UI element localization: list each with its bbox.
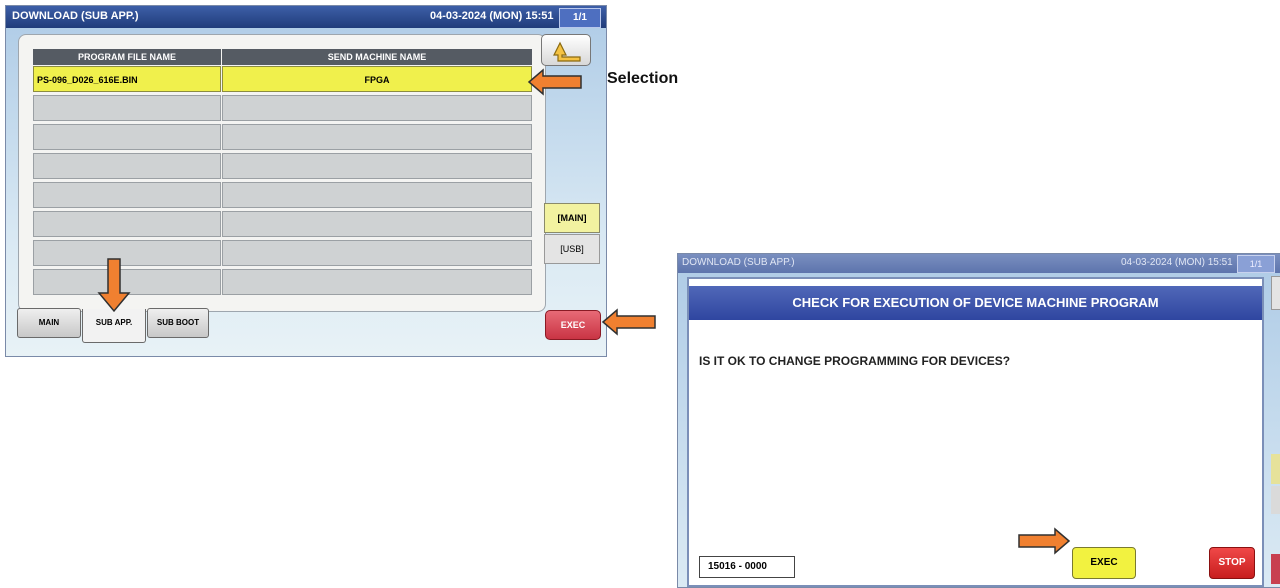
orange-arrow-icon bbox=[97, 258, 131, 313]
usb-source-button[interactable]: [USB] bbox=[544, 234, 600, 264]
tab-main[interactable]: MAIN bbox=[17, 308, 81, 338]
hidden-usb-button bbox=[1271, 486, 1280, 514]
table-cell-program-file[interactable] bbox=[33, 124, 221, 150]
selection-caption: Selection bbox=[607, 70, 679, 87]
table-cell-program-file[interactable] bbox=[33, 182, 221, 208]
title-bar: DOWNLOAD (SUB APP.) 04-03-2024 (MON) 15:… bbox=[6, 6, 606, 28]
table-cell-machine-name[interactable] bbox=[222, 153, 532, 179]
table-cell-machine-name[interactable] bbox=[222, 95, 532, 121]
table-cell-machine-name[interactable] bbox=[222, 211, 532, 237]
hidden-return-button bbox=[1271, 276, 1280, 310]
confirm-dialog: CHECK FOR EXECUTION OF DEVICE MACHINE PR… bbox=[687, 277, 1264, 587]
tab-sub-app[interactable]: SUB APP. bbox=[82, 309, 146, 343]
table-cell-program-file[interactable]: PS-096_D026_616E.BIN bbox=[33, 66, 221, 92]
column-header-program-file: PROGRAM FILE NAME bbox=[33, 49, 221, 65]
orange-arrow-icon bbox=[601, 308, 656, 336]
date-time: 04-03-2024 (MON) 15:51 bbox=[430, 10, 554, 22]
exec-button[interactable]: EXEC bbox=[545, 310, 601, 340]
dialog-title: CHECK FOR EXECUTION OF DEVICE MACHINE PR… bbox=[689, 286, 1262, 320]
stop-button[interactable]: STOP bbox=[1209, 547, 1255, 579]
page-indicator: 1/1 bbox=[559, 8, 601, 28]
column-header-send-machine: SEND MACHINE NAME bbox=[222, 49, 532, 65]
dialog-message: IS IT OK TO CHANGE PROGRAMMING FOR DEVIC… bbox=[699, 354, 1011, 368]
title-bar: DOWNLOAD (SUB APP.) 04-03-2024 (MON) 15:… bbox=[678, 254, 1280, 273]
download-screen-confirm: DOWNLOAD (SUB APP.) 04-03-2024 (MON) 15:… bbox=[677, 253, 1280, 588]
download-screen-main: DOWNLOAD (SUB APP.) 04-03-2024 (MON) 15:… bbox=[5, 5, 607, 357]
table-cell-program-file[interactable] bbox=[33, 153, 221, 179]
page-indicator: 1/1 bbox=[1237, 255, 1275, 273]
return-arrow-icon bbox=[553, 41, 581, 62]
table-cell-program-file[interactable] bbox=[33, 95, 221, 121]
hidden-exec-button bbox=[1271, 554, 1280, 584]
orange-arrow-icon bbox=[527, 68, 582, 96]
screen-title: DOWNLOAD (SUB APP.) bbox=[682, 257, 795, 268]
table-cell-machine-name[interactable] bbox=[222, 182, 532, 208]
exec-button[interactable]: EXEC bbox=[1072, 547, 1136, 579]
orange-arrow-icon bbox=[1018, 527, 1071, 555]
screen-title: DOWNLOAD (SUB APP.) bbox=[12, 10, 139, 22]
table-cell-program-file[interactable] bbox=[33, 211, 221, 237]
date-time: 04-03-2024 (MON) 15:51 bbox=[1121, 257, 1233, 268]
tab-sub-boot[interactable]: SUB BOOT bbox=[147, 308, 209, 338]
return-button[interactable] bbox=[541, 34, 591, 66]
table-cell-machine-name[interactable] bbox=[222, 124, 532, 150]
message-code: 15016 - 0000 bbox=[699, 556, 795, 578]
table-cell-machine-name[interactable]: FPGA bbox=[222, 66, 532, 92]
table-cell-machine-name[interactable] bbox=[222, 240, 532, 266]
hidden-main-button bbox=[1271, 454, 1280, 484]
table-cell-machine-name[interactable] bbox=[222, 269, 532, 295]
main-source-button[interactable]: [MAIN] bbox=[544, 203, 600, 233]
